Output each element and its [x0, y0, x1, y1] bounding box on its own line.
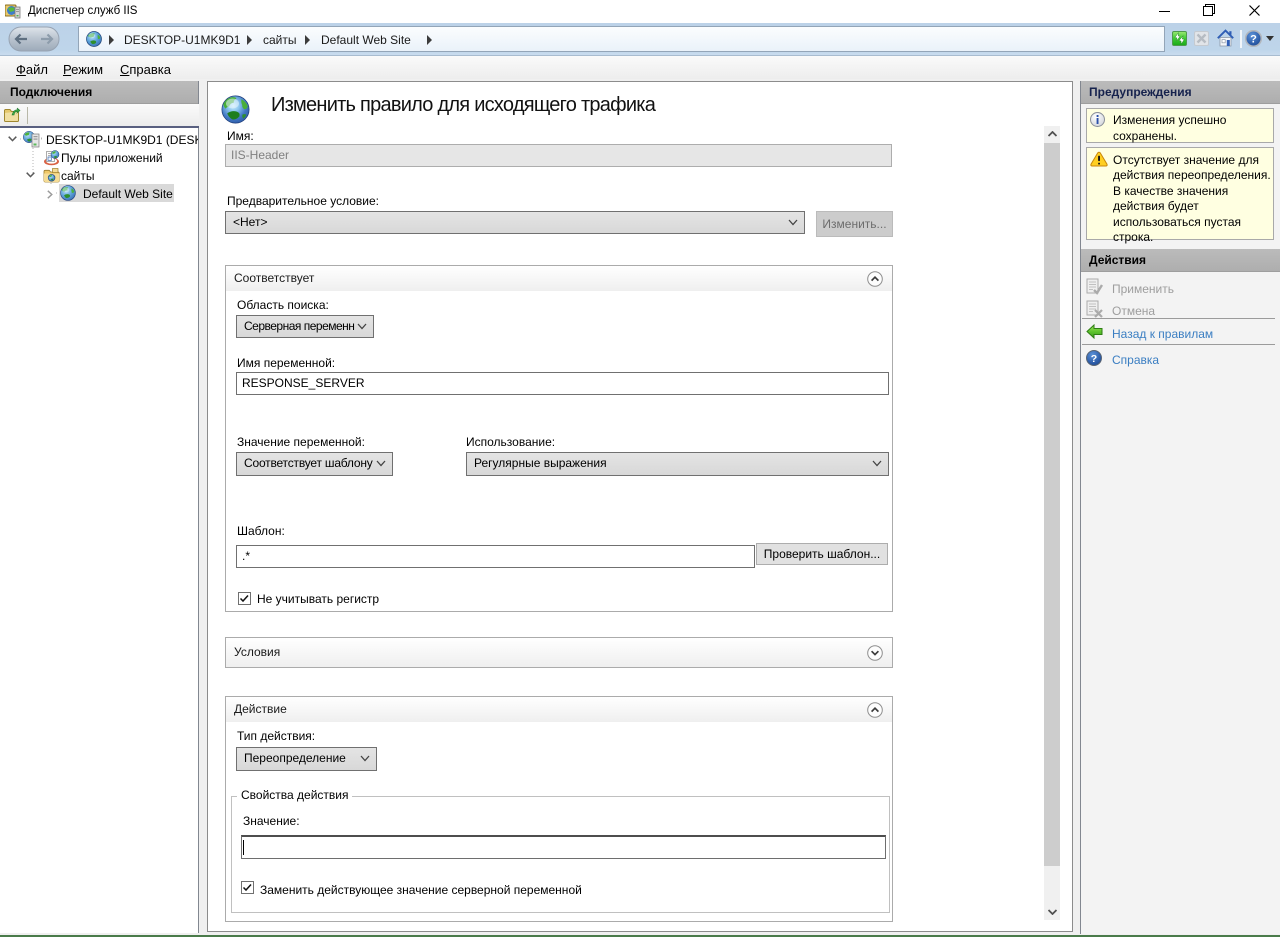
svg-text:?: ? [1250, 34, 1257, 46]
svg-text:?: ? [1091, 353, 1097, 365]
